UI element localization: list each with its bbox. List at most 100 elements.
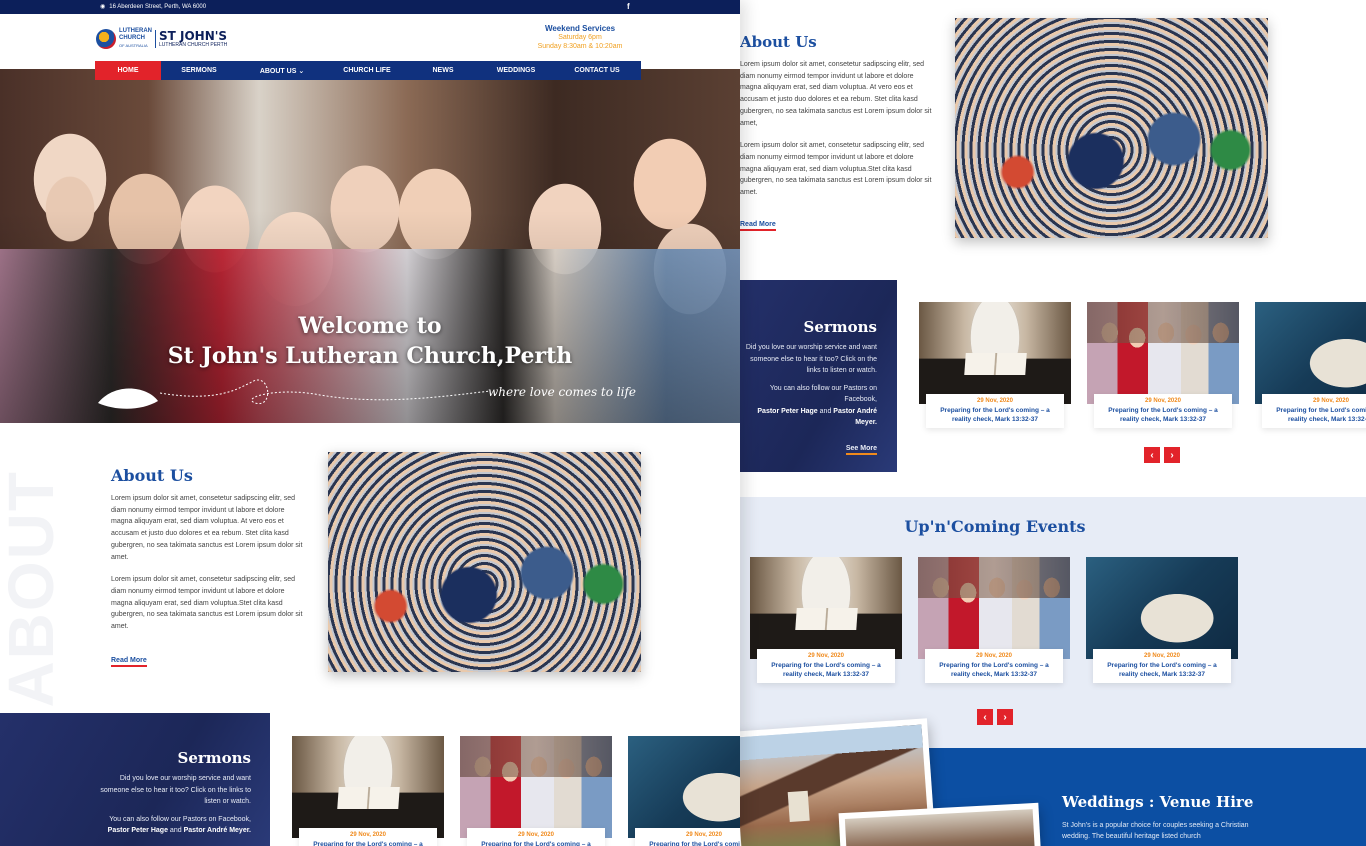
event-card[interactable]: 29 Nov, 2020 Preparing for the Lord's com… (918, 557, 1070, 691)
next-arrow-button[interactable]: › (1164, 447, 1180, 463)
about-title: About Us (740, 33, 817, 51)
card-date: 29 Nov, 2020 (1144, 653, 1180, 659)
sermons-carousel-arrows: ‹ › (1144, 447, 1180, 463)
sermons-title: Sermons (803, 318, 877, 336)
card-title[interactable]: Preparing for the Lord's coming – a real… (1266, 406, 1366, 424)
lutheran-globe-icon (96, 28, 116, 49)
card-date: 29 Nov, 2020 (518, 832, 554, 838)
sermon-card[interactable]: 29 Nov, 2020 Preparing for the Lord's com… (460, 736, 612, 846)
card-image-people (1087, 302, 1239, 404)
card-date: 29 Nov, 2020 (976, 653, 1012, 659)
event-card[interactable]: 29 Nov, 2020 Preparing for the Lord's com… (1086, 557, 1238, 691)
card-image-church (292, 736, 444, 838)
site-logo[interactable]: LUTHERAN CHURCH OF AUSTRALIA ST JOHN'S L… (96, 28, 227, 49)
about-paragraph-1: Lorem ipsum dolor sit amet, consetetur s… (111, 495, 303, 561)
location-pin-icon: ◉ (100, 4, 106, 10)
services-sunday: Sunday 8:30am & 10:20am (537, 43, 623, 50)
sermon-card[interactable]: 29 Nov, 2020 Preparing for the Lord's com… (1087, 302, 1239, 436)
address-text: 16 Aberdeen Street, Perth, WA 6000 (109, 3, 207, 10)
about-read-more-link[interactable]: Read More (740, 221, 776, 231)
weekend-services: Weekend Services Saturday 6pm Sunday 8:3… (530, 24, 630, 51)
events-section: Up'n'Coming Events 29 Nov, 2020 Preparing… (740, 497, 1366, 748)
card-title[interactable]: Preparing for the Lord's coming – a real… (303, 840, 433, 846)
card-image-bible (1255, 302, 1366, 404)
about-read-more-link[interactable]: Read More (111, 657, 147, 667)
nav-sermons[interactable]: SERMONS (161, 61, 237, 80)
facebook-icon[interactable]: f (627, 2, 630, 11)
congregation-group-photo (955, 18, 1268, 238)
card-image-people (460, 736, 612, 838)
events-title: Up'n'Coming Events (904, 517, 1086, 536)
weddings-title: Weddings : Venue Hire (1062, 793, 1254, 811)
card-date: 29 Nov, 2020 (1313, 398, 1349, 404)
sermons-panel: Sermons Did you love our worship service… (740, 280, 897, 472)
card-date: 29 Nov, 2020 (1145, 398, 1181, 404)
hero-title-line1: Welcome to (298, 313, 442, 339)
events-carousel-arrows: ‹ › (977, 709, 1013, 725)
logo-line1: LUTHERAN (119, 28, 152, 34)
nav-home[interactable]: HOME (95, 61, 161, 80)
services-saturday: Saturday 6pm (558, 34, 602, 41)
homepage-mockup-right: About Us Lorem ipsum dolor sit amet, con… (740, 0, 1366, 846)
homepage-mockup-left: ◉ 16 Aberdeen Street, Perth, WA 6000 f L… (0, 0, 740, 846)
card-title[interactable]: Preparing for the Lord's coming – a real… (761, 661, 891, 679)
next-arrow-button[interactable]: › (997, 709, 1013, 725)
about-section-right: About Us Lorem ipsum dolor sit amet, con… (740, 33, 932, 231)
card-image-church (919, 302, 1071, 404)
main-nav: HOME SERMONS ABOUT US ⌄ CHURCH LIFE NEWS… (95, 61, 641, 80)
sermons-panel: Sermons Did you love our worship service… (0, 713, 270, 846)
weddings-text: St John's is a popular choice for couple… (1062, 822, 1249, 840)
top-bar: ◉ 16 Aberdeen Street, Perth, WA 6000 f (0, 0, 740, 14)
nav-contact-us[interactable]: CONTACT US (553, 61, 641, 80)
sermons-title: Sermons (177, 749, 251, 767)
prev-arrow-button[interactable]: ‹ (977, 709, 993, 725)
card-image-church (750, 557, 902, 659)
site-header: LUTHERAN CHURCH OF AUSTRALIA ST JOHN'S L… (0, 14, 740, 60)
congregation-group-photo (328, 452, 641, 672)
card-title[interactable]: Preparing for the Lord's coming – a real… (929, 661, 1059, 679)
lca-wordmark: LUTHERAN CHURCH OF AUSTRALIA (119, 28, 152, 49)
logo-line3: OF AUSTRALIA (119, 43, 148, 48)
card-image-bible (628, 736, 740, 838)
about-paragraph-1: Lorem ipsum dolor sit amet, consetetur s… (740, 61, 932, 127)
card-date: 29 Nov, 2020 (350, 832, 386, 838)
address: ◉ 16 Aberdeen Street, Perth, WA 6000 (100, 3, 207, 11)
leaf-icon (98, 388, 158, 409)
hero-title-line2: St John's Lutheran Church,Perth (167, 343, 573, 369)
card-title[interactable]: Preparing for the Lord's coming – a real… (930, 406, 1060, 424)
card-date: 29 Nov, 2020 (686, 832, 722, 838)
logo-name: ST JOHN'S (159, 28, 228, 43)
sermon-card[interactable]: 29 Nov, 2020 Preparing for the Lord's com… (1255, 302, 1366, 436)
sermons-pastors: You can also follow our Pastors on Faceb… (757, 384, 877, 427)
sermon-card[interactable]: 29 Nov, 2020 Preparing for the Lord's com… (628, 736, 740, 846)
about-paragraph-2: Lorem ipsum dolor sit amet, consetetur s… (111, 576, 303, 631)
nav-about-us[interactable]: ABOUT US ⌄ (237, 61, 327, 80)
card-title[interactable]: Preparing for the Lord's coming – a real… (1098, 406, 1228, 424)
sermons-description: Did you love our worship service and wan… (745, 344, 877, 374)
card-date: 29 Nov, 2020 (808, 653, 844, 659)
logo-subtitle: LUTHERAN CHURCH PERTH (159, 41, 228, 48)
logo-line2: CHURCH (119, 35, 145, 41)
nav-news[interactable]: NEWS (407, 61, 479, 80)
nav-weddings[interactable]: WEDDINGS (479, 61, 553, 80)
dashed-swirl-decoration (160, 379, 490, 405)
sermons-pastors: You can also follow our Pastors on Faceb… (107, 815, 251, 835)
services-title: Weekend Services (544, 24, 616, 33)
nav-church-life[interactable]: CHURCH LIFE (327, 61, 407, 80)
about-section: About Us Lorem ipsum dolor sit amet, con… (111, 466, 306, 667)
hero-banner: Welcome to St John's Lutheran Church,Per… (0, 69, 740, 423)
card-image-bible (1086, 557, 1238, 659)
card-title[interactable]: Preparing for the Lord's coming – a real… (1097, 661, 1227, 679)
sermon-card[interactable]: 29 Nov, 2020 Preparing for the Lord's com… (919, 302, 1071, 436)
hero-tagline: where love comes to life (488, 385, 636, 399)
card-image-people (918, 557, 1070, 659)
about-watermark: ABOUT (0, 470, 67, 708)
card-title[interactable]: Preparing for the Lord's coming – a real… (639, 840, 740, 846)
card-date: 29 Nov, 2020 (977, 398, 1013, 404)
about-paragraph-2: Lorem ipsum dolor sit amet, consetetur s… (740, 142, 932, 197)
card-title[interactable]: Preparing for the Lord's coming – a real… (471, 840, 601, 846)
sermon-card[interactable]: 29 Nov, 2020 Preparing for the Lord's com… (292, 736, 444, 846)
prev-arrow-button[interactable]: ‹ (1144, 447, 1160, 463)
see-more-link[interactable]: See More (845, 444, 877, 455)
event-card[interactable]: 29 Nov, 2020 Preparing for the Lord's com… (750, 557, 902, 691)
